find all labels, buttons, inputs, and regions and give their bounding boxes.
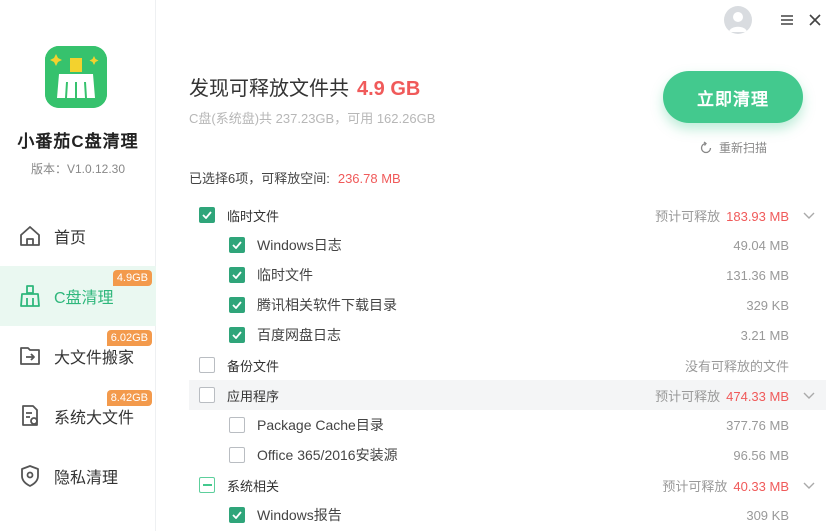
- checkbox[interactable]: [229, 327, 245, 343]
- shield-icon: [17, 463, 43, 489]
- check-icon: [232, 511, 242, 519]
- item-size: 377.76 MB: [726, 417, 789, 433]
- size-badge: 6.02GB: [106, 330, 152, 346]
- row-label: Package Cache目录: [257, 417, 384, 433]
- checkbox[interactable]: [199, 357, 215, 373]
- checkbox[interactable]: [229, 267, 245, 283]
- check-icon: [232, 301, 242, 309]
- checkbox[interactable]: [229, 417, 245, 433]
- release-label: 预计可释放: [662, 478, 728, 494]
- main-panel: 发现可释放文件共 4.9 GB C盘(系统盘)共 237.23GB，可用 162.…: [156, 0, 832, 531]
- category-summary: 没有可释放的文件: [685, 356, 789, 375]
- row-label: Office 365/2016安装源: [257, 447, 398, 463]
- found-size: 4.9 GB: [357, 78, 421, 100]
- category-summary: 预计可释放 474.33 MB: [655, 386, 789, 405]
- checkbox[interactable]: [229, 297, 245, 313]
- nav-label: 隐私清理: [54, 470, 119, 487]
- item-size: 131.36 MB: [726, 267, 789, 283]
- category-row[interactable]: 备份文件 没有可释放的文件: [189, 350, 826, 380]
- clean-now-button[interactable]: 立即清理: [663, 71, 803, 123]
- item-row[interactable]: 临时文件 131.36 MB: [189, 260, 826, 290]
- checkbox[interactable]: [229, 507, 245, 523]
- checkbox[interactable]: [199, 477, 215, 493]
- nav-item-privacy-clean[interactable]: 隐私清理: [0, 446, 156, 506]
- check-icon: [232, 241, 242, 249]
- clean-item-list: 临时文件 预计可释放 183.93 MB Windows日志 49.04 MB 临时文件 1…: [189, 200, 826, 530]
- disk-info: C盘(系统盘)共 237.23GB，可用 162.26GB: [189, 111, 436, 126]
- app-name: 小番茄C盘清理: [17, 132, 139, 151]
- nav-item-large-file-move[interactable]: 大文件搬家 6.02GB: [0, 326, 156, 386]
- nav-item-system-large-files[interactable]: 系统大文件 8.42GB: [0, 386, 156, 446]
- release-label: 没有可释放的文件: [684, 358, 789, 374]
- chevron-down-icon[interactable]: [802, 478, 816, 492]
- selected-size: 236.78 MB: [337, 171, 401, 186]
- home-icon: [17, 223, 43, 249]
- row-label: 百度网盘日志: [257, 327, 341, 343]
- broom-icon: [17, 283, 43, 309]
- size-badge: 8.42GB: [106, 390, 152, 406]
- system-files-icon: [17, 403, 43, 429]
- row-label: Windows日志: [257, 237, 342, 253]
- selected-info: 已选择6项，可释放空间: 236.78 MB: [189, 168, 401, 187]
- app-window: 小番茄C盘清理 版本：V1.0.12.30 首页 C盘清理 4.9GB 大文件搬…: [0, 0, 832, 531]
- row-label: Windows报告: [257, 507, 342, 523]
- app-version: 版本：V1.0.12.30: [30, 162, 126, 176]
- release-amount: 474.33 MB: [726, 388, 789, 404]
- check-icon: [202, 211, 212, 219]
- checkbox[interactable]: [199, 387, 215, 403]
- nav-label: 大文件搬家: [54, 350, 135, 367]
- app-logo: [45, 46, 107, 108]
- nav-label: C盘清理: [54, 290, 114, 307]
- row-label: 系统相关: [227, 478, 280, 494]
- check-icon: [232, 271, 242, 279]
- item-size: 49.04 MB: [733, 237, 789, 253]
- item-row[interactable]: Windows日志 49.04 MB: [189, 230, 826, 260]
- nav-item-c-drive-clean[interactable]: C盘清理 4.9GB: [0, 266, 156, 326]
- found-prefix: 发现可释放文件共: [189, 78, 349, 100]
- row-label: 临时文件: [227, 208, 280, 224]
- release-label: 预计可释放: [655, 208, 721, 224]
- row-label: 临时文件: [257, 267, 313, 283]
- release-label: 预计可释放: [655, 388, 721, 404]
- partial-icon: [202, 484, 212, 486]
- size-badge: 4.9GB: [112, 270, 152, 286]
- category-summary: 预计可释放 183.93 MB: [655, 206, 789, 225]
- item-size: 3.21 MB: [740, 327, 789, 343]
- move-files-icon: [17, 343, 43, 369]
- item-size: 329 KB: [746, 297, 789, 313]
- category-row[interactable]: 系统相关 预计可释放 40.33 MB: [189, 470, 826, 500]
- item-size: 309 KB: [746, 507, 789, 523]
- nav-label: 系统大文件: [54, 410, 135, 427]
- item-row[interactable]: Office 365/2016安装源 96.56 MB: [189, 440, 826, 470]
- row-label: 腾讯相关软件下载目录: [257, 297, 397, 313]
- rescan-label: 重新扫描: [719, 141, 768, 155]
- chevron-down-icon[interactable]: [802, 208, 816, 222]
- refresh-icon: [700, 140, 712, 153]
- item-row[interactable]: Package Cache目录 377.76 MB: [189, 410, 826, 440]
- sidebar: 小番茄C盘清理 版本：V1.0.12.30 首页 C盘清理 4.9GB 大文件搬…: [0, 0, 156, 531]
- selected-prefix: 已选择6项，可释放空间:: [189, 171, 330, 186]
- item-row[interactable]: 腾讯相关软件下载目录 329 KB: [189, 290, 826, 320]
- row-label: 应用程序: [227, 388, 280, 404]
- item-row[interactable]: 百度网盘日志 3.21 MB: [189, 320, 826, 350]
- item-size: 96.56 MB: [733, 447, 789, 463]
- category-summary: 预计可释放 40.33 MB: [662, 476, 789, 495]
- nav-label: 首页: [54, 230, 87, 247]
- category-row[interactable]: 临时文件 预计可释放 183.93 MB: [189, 200, 826, 230]
- item-row[interactable]: Windows报告 309 KB: [189, 500, 826, 530]
- rescan-button[interactable]: 重新扫描: [699, 139, 767, 156]
- row-label: 备份文件: [227, 358, 280, 374]
- release-amount: 40.33 MB: [733, 478, 789, 494]
- nav-item-home[interactable]: 首页: [0, 206, 156, 266]
- category-row[interactable]: 应用程序 预计可释放 474.33 MB: [189, 380, 826, 410]
- check-icon: [232, 331, 242, 339]
- checkbox[interactable]: [199, 207, 215, 223]
- checkbox[interactable]: [229, 447, 245, 463]
- checkbox[interactable]: [229, 237, 245, 253]
- found-title: 发现可释放文件共 4.9 GB: [189, 72, 420, 101]
- release-amount: 183.93 MB: [726, 208, 789, 224]
- chevron-down-icon[interactable]: [802, 388, 816, 402]
